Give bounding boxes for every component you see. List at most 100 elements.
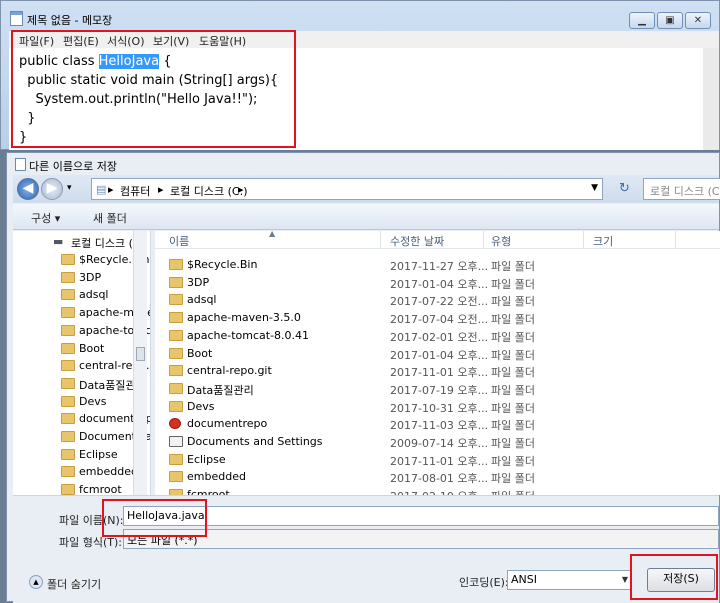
nav-item[interactable]: Data품질관리	[13, 375, 150, 393]
hide-folders-icon[interactable]: ▲	[29, 575, 43, 589]
path-computer[interactable]: 컴퓨터	[120, 183, 150, 199]
nav-item-label: Boot	[79, 341, 105, 355]
file-type: 파일 폴더	[491, 401, 535, 415]
filetype-select[interactable]: 모든 파일 (*.*)	[123, 529, 719, 549]
nav-item[interactable]: Boot	[13, 340, 150, 358]
file-type: 파일 폴더	[491, 295, 535, 309]
file-row[interactable]: Boot 2017-01-04 오후... 파일 폴더	[155, 345, 720, 363]
minimize-button[interactable]: ▁	[629, 12, 655, 29]
file-row[interactable]: Documents and Settings 2009-07-14 오후... 파일…	[155, 433, 720, 451]
computer-icon: ▤	[96, 183, 107, 196]
nav-item-local-disk[interactable]: ▬ 로컬 디스크 (C	[13, 233, 150, 251]
nav-item[interactable]: documentrep	[13, 410, 150, 428]
nav-item[interactable]: embedded	[13, 463, 150, 481]
file-row[interactable]: embedded 2017-08-01 오후... 파일 폴더	[155, 468, 720, 486]
file-row[interactable]: Devs 2017-10-31 오후... 파일 폴더	[155, 398, 720, 416]
folder-icon	[61, 377, 75, 389]
folder-icon	[61, 395, 75, 407]
code-highlight-box	[11, 30, 296, 148]
file-date: 2017-11-01 오후...	[390, 454, 489, 468]
folder-icon	[61, 448, 75, 460]
file-row[interactable]: documentrepo 2017-11-03 오후... 파일 폴더	[155, 415, 720, 433]
address-bar: ◀ ▶ ▾ ▤ ▸ 컴퓨터 ▸ 로컬 디스크 (C:) ▸ ▼ ↻ 로컬 디스크…	[13, 175, 720, 203]
nav-item[interactable]: apache-mave	[13, 304, 150, 322]
nav-item[interactable]: Documents a	[13, 428, 150, 446]
nav-item[interactable]: Eclipse	[13, 446, 150, 464]
file-date: 2017-11-01 오후...	[390, 366, 489, 380]
folder-icon	[169, 329, 183, 341]
nav-item[interactable]: Devs	[13, 393, 150, 411]
file-row[interactable]: $Recycle.Bin 2017-11-27 오후... 파일 폴더	[155, 256, 720, 274]
folder-icon	[169, 453, 183, 465]
path-separator: ▸	[158, 183, 164, 196]
encoding-select[interactable]: ANSI ▼	[507, 570, 631, 590]
forward-arrow-icon[interactable]: ▶	[41, 178, 63, 200]
folder-icon	[169, 294, 183, 306]
file-row[interactable]: apache-maven-3.5.0 2017-07-04 오전... 파일 폴더	[155, 309, 720, 327]
nav-item[interactable]: central-repo.	[13, 357, 150, 375]
folder-icon	[169, 312, 183, 324]
folder-icon	[61, 431, 75, 442]
file-name: fcmroot	[187, 488, 230, 495]
nav-item[interactable]: adsql	[13, 286, 150, 304]
file-date: 2017-01-04 오후...	[390, 277, 489, 291]
file-row[interactable]: apache-tomcat-8.0.41 2017-02-01 오전... 파일 폴…	[155, 327, 720, 345]
file-type: 파일 폴더	[491, 419, 535, 433]
close-button[interactable]: ✕	[685, 12, 711, 29]
nav-scrollbar[interactable]	[133, 231, 147, 495]
maximize-button[interactable]: ▣	[657, 12, 683, 29]
nav-item-label: 로컬 디스크 (C	[71, 237, 141, 250]
file-row[interactable]: fcmroot 2017-02-10 오후...파일 폴더	[155, 486, 720, 495]
notepad-icon	[10, 11, 23, 26]
address-dropdown-icon[interactable]: ▼	[591, 183, 598, 193]
folder-icon	[169, 259, 183, 270]
file-row[interactable]: Data품질관리 2017-07-19 오후... 파일 폴더	[155, 380, 720, 398]
navigation-pane: ▬ 로컬 디스크 (C $Recycle.Bin 3DP adsql apache-m…	[13, 231, 151, 495]
editor-scrollbar[interactable]	[703, 48, 719, 150]
path-local-disk[interactable]: 로컬 디스크 (C:)	[170, 183, 248, 199]
file-row[interactable]: adsql 2017-07-22 오전... 파일 폴더	[155, 291, 720, 309]
hide-folders-button[interactable]: 폴더 숨기기	[47, 576, 101, 592]
refresh-icon[interactable]: ↻	[619, 181, 630, 196]
file-name: Documents and Settings	[187, 435, 323, 448]
column-name[interactable]: 이름	[169, 233, 189, 249]
filename-highlight-box	[102, 499, 207, 537]
encoding-label: 인코딩(E):	[459, 576, 509, 589]
folder-icon	[169, 471, 183, 483]
new-folder-button[interactable]: 새 폴더	[93, 210, 127, 226]
search-input[interactable]: 로컬 디스크 (C:)	[643, 178, 720, 200]
column-date[interactable]: 수정한 날짜	[390, 233, 444, 249]
file-name: Data품질관리	[187, 383, 254, 397]
file-type: 파일 폴더	[491, 366, 535, 380]
file-row[interactable]: Eclipse 2017-11-01 오후... 파일 폴더	[155, 451, 720, 469]
nav-scroll-thumb[interactable]	[136, 347, 145, 361]
file-row[interactable]: central-repo.git 2017-11-01 오후... 파일 폴더	[155, 362, 720, 380]
recent-dropdown-icon[interactable]: ▾	[67, 183, 72, 193]
folder-icon	[61, 254, 75, 265]
nav-item[interactable]: apache-tomc	[13, 322, 150, 340]
file-type: 파일 폴더	[491, 313, 535, 327]
file-type: 파일 폴더	[491, 348, 535, 362]
file-name: embedded	[187, 470, 246, 484]
nav-item[interactable]: fcmroot	[13, 481, 150, 495]
file-date: 2017-08-01 오후...	[390, 472, 489, 486]
nav-item[interactable]: $Recycle.Bin	[13, 251, 150, 269]
address-path[interactable]: ▤ ▸ 컴퓨터 ▸ 로컬 디스크 (C:) ▸ ▼	[91, 178, 603, 200]
file-date: 2017-02-10 오후...	[390, 488, 488, 495]
filename-input[interactable]: HelloJava.java	[123, 506, 719, 526]
column-type[interactable]: 유형	[491, 233, 511, 249]
folder-icon	[61, 289, 75, 301]
notepad-title: 제목 없음 - 메모장	[27, 14, 113, 27]
file-row[interactable]: 3DP 2017-01-04 오후... 파일 폴더	[155, 274, 720, 292]
column-size[interactable]: 크기	[593, 233, 613, 249]
file-date: 2017-07-04 오전...	[390, 313, 489, 327]
file-date: 2017-11-27 오후...	[390, 260, 489, 273]
chevron-down-icon: ▼	[621, 575, 628, 584]
file-name: Boot	[187, 346, 213, 360]
organize-button[interactable]: 구성 ▾	[31, 210, 60, 226]
shortcut-folder-icon	[169, 436, 183, 447]
nav-item[interactable]: 3DP	[13, 269, 150, 287]
folder-icon	[61, 360, 75, 372]
back-arrow-icon[interactable]: ◀	[17, 178, 39, 200]
folder-icon	[169, 365, 183, 377]
